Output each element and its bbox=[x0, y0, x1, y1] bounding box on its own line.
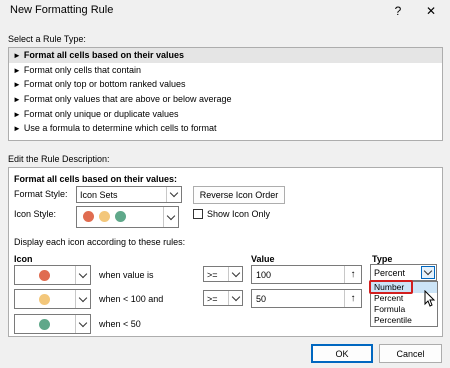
cell-reference-button[interactable]: ↑ bbox=[344, 266, 361, 283]
highlight-annotation bbox=[369, 280, 413, 294]
icon-style-label: Icon Style: bbox=[14, 209, 57, 219]
cancel-button[interactable]: Cancel bbox=[379, 344, 442, 363]
operator-value: >= bbox=[207, 294, 218, 304]
chevron-down-icon bbox=[166, 211, 176, 220]
bullet-arrow-icon: ► bbox=[13, 51, 21, 60]
display-rules-label: Display each icon according to these rul… bbox=[14, 237, 186, 247]
arrow-up-icon: ↑ bbox=[350, 293, 356, 304]
format-style-label: Format Style: bbox=[14, 189, 68, 199]
arrow-up-icon: ↑ bbox=[350, 269, 356, 280]
column-header-icon: Icon bbox=[14, 254, 33, 264]
operator-value: >= bbox=[207, 270, 218, 280]
ok-button[interactable]: OK bbox=[311, 344, 373, 363]
rule-type-list: ► Format all cells based on their values … bbox=[8, 47, 443, 141]
yellow-circle-icon bbox=[39, 294, 50, 305]
description-heading: Format all cells based on their values: bbox=[14, 174, 178, 184]
operator-dropdown-button[interactable] bbox=[228, 267, 242, 281]
show-icon-only-checkbox[interactable] bbox=[193, 209, 203, 219]
icon-select-1[interactable] bbox=[14, 265, 91, 285]
rule-description-section-label: Edit the Rule Description: bbox=[8, 154, 110, 164]
green-circle-icon bbox=[39, 319, 50, 330]
value-text: 50 bbox=[256, 293, 267, 304]
icon-select-3[interactable] bbox=[14, 314, 91, 334]
icon-select-dropdown-button[interactable] bbox=[75, 290, 90, 308]
icon-select-2[interactable] bbox=[14, 289, 91, 309]
type-select-1[interactable]: Percent bbox=[370, 264, 437, 281]
dialog-title: New Formatting Rule bbox=[10, 4, 114, 16]
chevron-down-icon bbox=[78, 293, 88, 302]
mouse-cursor-icon bbox=[424, 290, 436, 307]
bullet-arrow-icon: ► bbox=[13, 95, 21, 105]
chevron-down-icon bbox=[78, 269, 88, 278]
help-button[interactable]: ? bbox=[384, 0, 412, 22]
value-text: 100 bbox=[256, 269, 272, 280]
rule-1-condition: when value is bbox=[99, 270, 154, 280]
value-input-1[interactable]: 100 ↑ bbox=[251, 265, 362, 284]
rule-3-condition: when < 50 bbox=[99, 319, 141, 329]
type-dropdown-button[interactable] bbox=[421, 266, 435, 279]
rule-type-item[interactable]: ► Use a formula to determine which cells … bbox=[9, 121, 442, 136]
chevron-down-icon bbox=[78, 318, 88, 327]
chevron-down-icon bbox=[231, 292, 240, 301]
icon-select-dropdown-button[interactable] bbox=[75, 266, 90, 284]
chevron-down-icon bbox=[423, 266, 433, 276]
red-circle-icon bbox=[83, 211, 94, 222]
green-circle-icon bbox=[115, 211, 126, 222]
red-circle-icon bbox=[39, 270, 50, 281]
operator-dropdown-button[interactable] bbox=[228, 291, 242, 305]
operator-select-2[interactable]: >= bbox=[203, 290, 243, 306]
type-option-percentile[interactable]: Percentile bbox=[371, 315, 437, 326]
format-style-combo[interactable]: Icon Sets bbox=[76, 186, 182, 203]
icon-style-combo[interactable] bbox=[76, 206, 179, 228]
rule-type-section-label: Select a Rule Type: bbox=[8, 34, 86, 44]
chevron-down-icon bbox=[231, 268, 240, 277]
rule-type-item[interactable]: ► Format only cells that contain bbox=[9, 63, 442, 78]
bullet-arrow-icon: ► bbox=[13, 109, 21, 119]
column-header-type: Type bbox=[372, 254, 393, 264]
chevron-down-icon bbox=[169, 188, 179, 198]
rule-type-item[interactable]: ► Format all cells based on their values bbox=[9, 48, 442, 63]
rule-type-item[interactable]: ► Format only top or bottom ranked values bbox=[9, 77, 442, 92]
close-button[interactable]: ✕ bbox=[417, 0, 445, 22]
operator-select-1[interactable]: >= bbox=[203, 266, 243, 282]
column-header-value: Value bbox=[251, 254, 275, 264]
rule-type-item[interactable]: ► Format only values that are above or be… bbox=[9, 92, 442, 107]
yellow-circle-icon bbox=[99, 211, 110, 222]
reverse-icon-order-button[interactable]: Reverse Icon Order bbox=[193, 186, 285, 204]
cell-reference-button[interactable]: ↑ bbox=[344, 290, 361, 307]
bullet-arrow-icon: ► bbox=[13, 124, 21, 134]
value-input-2[interactable]: 50 ↑ bbox=[251, 289, 362, 308]
show-icon-only-label: Show Icon Only bbox=[207, 209, 271, 219]
rule-type-item[interactable]: ► Format only unique or duplicate values bbox=[9, 107, 442, 122]
icon-style-dropdown-button[interactable] bbox=[163, 207, 178, 227]
bullet-arrow-icon: ► bbox=[13, 65, 21, 75]
format-style-dropdown-button[interactable] bbox=[166, 187, 181, 202]
bullet-arrow-icon: ► bbox=[13, 80, 21, 90]
format-style-value: Icon Sets bbox=[80, 190, 118, 200]
type-value: Percent bbox=[374, 268, 406, 278]
icon-select-dropdown-button[interactable] bbox=[75, 315, 90, 333]
rule-2-condition: when < 100 and bbox=[99, 294, 164, 304]
